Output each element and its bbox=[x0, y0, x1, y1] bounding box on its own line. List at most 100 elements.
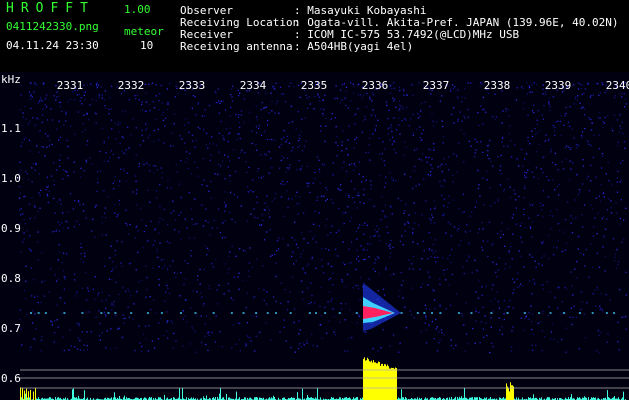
noise-speck bbox=[591, 208, 593, 210]
noise-speck bbox=[481, 286, 483, 288]
noise-speck bbox=[542, 93, 544, 95]
noise-speck bbox=[476, 201, 478, 203]
noise-speck bbox=[299, 343, 301, 345]
noise-speck bbox=[388, 127, 390, 129]
noise-speck bbox=[582, 165, 585, 167]
noise-speck bbox=[625, 98, 627, 100]
level-bar bbox=[297, 392, 298, 400]
noise-speck bbox=[315, 241, 317, 243]
noise-speck bbox=[255, 335, 257, 337]
noise-speck bbox=[166, 284, 168, 287]
noise-speck bbox=[273, 87, 275, 90]
noise-speck bbox=[583, 92, 585, 94]
x-tick-label: 2332 bbox=[118, 79, 145, 92]
noise-speck bbox=[576, 174, 578, 176]
noise-speck bbox=[57, 221, 59, 223]
noise-speck bbox=[194, 198, 196, 200]
noise-speck bbox=[157, 128, 159, 130]
noise-speck bbox=[580, 308, 582, 311]
noise-speck bbox=[200, 315, 202, 317]
noise-speck bbox=[210, 180, 212, 183]
noise-speck bbox=[123, 152, 125, 154]
noise-speck bbox=[550, 338, 552, 340]
noise-speck bbox=[619, 114, 621, 116]
noise-speck bbox=[475, 308, 477, 310]
noise-speck bbox=[481, 246, 483, 249]
noise-speck bbox=[507, 145, 509, 147]
noise-speck bbox=[457, 118, 459, 120]
noise-speck bbox=[197, 102, 200, 104]
noise-speck bbox=[557, 185, 559, 188]
noise-speck bbox=[503, 189, 506, 191]
noise-speck bbox=[609, 299, 611, 301]
noise-speck bbox=[264, 107, 266, 109]
noise-speck bbox=[44, 280, 46, 282]
noise-speck bbox=[79, 223, 81, 226]
carrier-dot bbox=[605, 312, 608, 314]
noise-speck bbox=[552, 125, 554, 127]
noise-speck bbox=[39, 207, 41, 209]
noise-speck bbox=[347, 139, 349, 141]
noise-speck bbox=[279, 331, 281, 333]
noise-speck bbox=[378, 235, 380, 237]
noise-speck bbox=[95, 122, 97, 124]
noise-speck bbox=[116, 216, 118, 218]
noise-speck bbox=[33, 279, 35, 281]
noise-speck bbox=[592, 94, 594, 96]
noise-speck bbox=[456, 155, 458, 157]
noise-speck bbox=[286, 135, 289, 138]
noise-speck bbox=[74, 133, 76, 135]
noise-speck bbox=[158, 100, 160, 102]
noise-speck bbox=[264, 209, 266, 211]
noise-speck bbox=[268, 138, 271, 141]
noise-speck bbox=[147, 350, 150, 352]
noise-speck bbox=[249, 247, 251, 249]
noise-speck bbox=[229, 115, 231, 117]
noise-speck bbox=[179, 212, 182, 214]
noise-speck bbox=[89, 157, 91, 159]
noise-speck bbox=[277, 239, 279, 241]
noise-speck bbox=[505, 108, 507, 110]
noise-speck bbox=[581, 226, 584, 228]
noise-speck bbox=[206, 185, 208, 187]
noise-speck bbox=[224, 178, 226, 180]
noise-speck bbox=[330, 265, 333, 267]
noise-speck bbox=[465, 333, 468, 335]
noise-speck bbox=[297, 84, 300, 87]
noise-speck bbox=[595, 197, 597, 199]
noise-speck bbox=[268, 209, 270, 211]
noise-speck bbox=[275, 262, 277, 264]
noise-speck bbox=[361, 96, 363, 99]
noise-speck bbox=[248, 262, 251, 264]
noise-speck bbox=[357, 108, 359, 110]
noise-speck bbox=[393, 273, 395, 275]
noise-speck bbox=[42, 108, 44, 110]
noise-speck bbox=[65, 120, 67, 122]
noise-speck bbox=[504, 268, 506, 270]
noise-speck bbox=[479, 85, 481, 88]
noise-speck bbox=[339, 102, 341, 104]
noise-speck bbox=[541, 114, 544, 116]
noise-speck bbox=[48, 190, 50, 192]
noise-speck bbox=[516, 158, 518, 160]
noise-speck bbox=[307, 242, 309, 244]
noise-speck bbox=[270, 157, 272, 159]
noise-speck bbox=[617, 321, 619, 323]
noise-speck bbox=[74, 279, 76, 281]
noise-speck bbox=[140, 103, 143, 106]
noise-speck bbox=[144, 325, 147, 327]
noise-speck bbox=[56, 128, 58, 130]
noise-speck bbox=[364, 118, 366, 120]
noise-speck bbox=[399, 240, 402, 242]
noise-speck bbox=[532, 279, 535, 281]
noise-speck bbox=[197, 103, 199, 105]
noise-speck bbox=[331, 113, 333, 115]
noise-speck bbox=[452, 87, 455, 90]
noise-speck bbox=[436, 121, 438, 123]
noise-speck bbox=[109, 97, 111, 99]
noise-speck bbox=[494, 202, 496, 204]
noise-speck bbox=[519, 255, 522, 257]
noise-speck bbox=[570, 147, 572, 149]
noise-speck bbox=[125, 209, 127, 211]
noise-speck bbox=[621, 121, 623, 123]
